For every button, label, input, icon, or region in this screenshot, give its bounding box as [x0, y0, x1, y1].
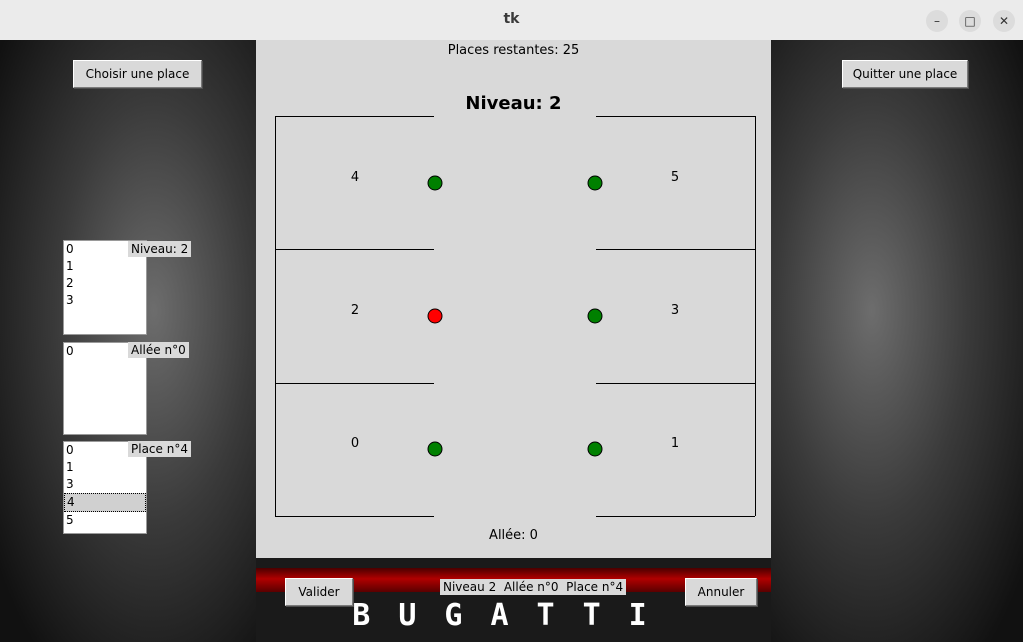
- list-item[interactable]: 5: [64, 512, 146, 529]
- parking-canvas: Places restantes: 25 Niveau: 2 4 5 2 3 0…: [256, 40, 771, 558]
- right-background-image: [771, 40, 1023, 642]
- selection-info: Niveau 2 Allée n°0 Place n°4: [440, 579, 627, 595]
- spot-indicator-1: [587, 441, 603, 457]
- list-item-selected[interactable]: 4: [64, 493, 146, 512]
- choose-place-button[interactable]: Choisir une place: [73, 60, 202, 88]
- list-item[interactable]: 3: [64, 476, 146, 493]
- quit-place-button[interactable]: Quitter une place: [842, 60, 968, 88]
- spot-indicator-4: [427, 175, 443, 191]
- spot-number-3: 3: [671, 303, 679, 318]
- list-item[interactable]: 3: [64, 292, 146, 309]
- close-button[interactable]: ✕: [993, 10, 1015, 32]
- cancel-button[interactable]: Annuler: [685, 578, 757, 606]
- spot-indicator-3: [587, 308, 603, 324]
- spot-number-5: 5: [671, 170, 679, 185]
- spot-number-4: 4: [351, 170, 359, 185]
- bottom-banner: BUGATTI Valider Niveau 2 Allée n°0 Place…: [256, 558, 771, 642]
- window-title: tk: [503, 11, 520, 27]
- spot-number-0: 0: [351, 436, 359, 451]
- maximize-button[interactable]: □: [959, 10, 981, 32]
- list-item[interactable]: 2: [64, 275, 146, 292]
- spot-number-2: 2: [351, 303, 359, 318]
- spot-indicator-0: [427, 441, 443, 457]
- window-titlebar: tk – □ ✕: [0, 0, 1023, 41]
- spot-number-1: 1: [671, 436, 679, 451]
- list-item[interactable]: 1: [64, 258, 146, 275]
- allee-indicator: Allée: 0: [489, 528, 538, 543]
- spot-indicator-5: [587, 175, 603, 191]
- list-item[interactable]: 1: [64, 459, 146, 476]
- place-label: Place n°4: [128, 441, 191, 457]
- validate-button[interactable]: Valider: [285, 578, 353, 606]
- allee-label: Allée n°0: [128, 342, 189, 358]
- niveau-label: Niveau: 2: [128, 241, 192, 257]
- parking-map: 4 5 2 3 0 1: [275, 116, 756, 517]
- left-background-image: [0, 40, 256, 642]
- minimize-button[interactable]: –: [926, 10, 948, 32]
- spot-indicator-2: [427, 308, 443, 324]
